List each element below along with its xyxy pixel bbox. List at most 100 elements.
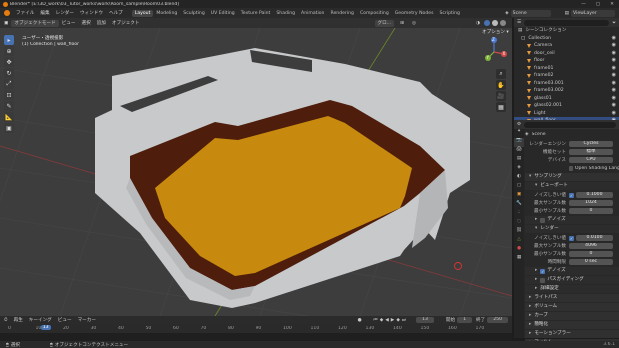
tool-rotate-icon[interactable]: ↻ <box>4 68 14 78</box>
visibility-eye-icon[interactable]: ◉ <box>612 72 616 80</box>
section-denoise-r[interactable]: ▸ ✓ デノイズ <box>525 267 619 275</box>
record-icon[interactable]: ● <box>358 318 362 323</box>
tab-scene-icon[interactable]: ◈ <box>514 165 524 174</box>
tab-rendering[interactable]: Rendering <box>327 10 356 17</box>
outliner-item[interactable]: Light ◉ <box>514 110 619 118</box>
shading-material-icon[interactable] <box>492 20 498 26</box>
tab-shading[interactable]: Shading <box>273 10 298 17</box>
tab-animation[interactable]: Animation <box>298 10 327 17</box>
properties-search-field[interactable] <box>524 121 616 128</box>
timeline-menu-keying[interactable]: キーイング <box>26 317 55 323</box>
minimize-icon[interactable]: — <box>576 2 591 7</box>
tab-sculpting[interactable]: Sculpting <box>180 10 207 17</box>
tab-data-icon[interactable]: △ <box>514 237 524 246</box>
timeline-playhead[interactable]: 13 <box>40 325 51 330</box>
render-engine-dropdown[interactable]: Cycles <box>569 140 613 148</box>
tab-texture-icon[interactable]: ▦ <box>514 255 524 264</box>
tab-world-icon[interactable]: ◐ <box>514 174 524 183</box>
viewport-options-dropdown[interactable]: オプション ▾ <box>482 29 509 35</box>
timeline-menu-marker[interactable]: マーカー <box>75 317 99 323</box>
noise-threshold-r-checkbox[interactable]: ✓ <box>569 235 574 241</box>
tab-layout[interactable]: Layout <box>131 9 154 17</box>
tab-view-layer-icon[interactable]: ▤ <box>514 156 524 165</box>
tab-render-icon[interactable]: 📷 <box>514 138 524 147</box>
tab-uv-editing[interactable]: UV Editing <box>208 10 238 17</box>
outliner-search-field[interactable] <box>524 19 610 26</box>
outliner-scene-collection[interactable]: ▤ シーンコレクション <box>514 27 619 35</box>
outliner-item[interactable]: frame01 ◉ <box>514 65 619 73</box>
section-advanced[interactable]: ▸ 詳細設定 <box>525 285 619 293</box>
jump-end-icon[interactable]: ⏭ <box>402 317 406 323</box>
max-samples-r-field[interactable]: 4096 <box>569 242 613 250</box>
properties-editor-icon[interactable]: ⚙ <box>517 122 521 127</box>
jump-start-icon[interactable]: ⏮ <box>374 317 378 323</box>
outliner-editor-icon[interactable]: ☰ <box>517 20 521 25</box>
tab-particles-icon[interactable]: ∴ <box>514 210 524 219</box>
feature-set-dropdown[interactable]: 標準 <box>569 148 613 156</box>
play-icon[interactable]: ▶ <box>391 318 395 323</box>
menu-edit[interactable]: 編集 <box>37 10 52 16</box>
section-render[interactable]: ▾ レンダー <box>525 225 619 233</box>
time-limit-field[interactable]: 0 sec <box>569 258 613 266</box>
properties-section[interactable]: ▸ 簡略化 <box>525 321 619 329</box>
tab-physics-icon[interactable]: ◌ <box>514 219 524 228</box>
vp-menu-add[interactable]: 追加 <box>94 20 109 26</box>
next-keyframe-icon[interactable]: ◆ <box>396 318 400 323</box>
tab-material-icon[interactable]: ● <box>514 246 524 255</box>
tool-add-cube-icon[interactable]: ▣ <box>4 123 14 133</box>
menu-window[interactable]: ウィンドウ <box>77 10 106 16</box>
visibility-eye-icon[interactable]: ◉ <box>612 80 616 88</box>
properties-section[interactable]: ▸ モーションブラー <box>525 330 619 338</box>
min-samples-vp-field[interactable]: 0 <box>569 207 613 215</box>
outliner-item[interactable]: door_ceil ◉ <box>514 50 619 58</box>
tab-texture-paint[interactable]: Texture Paint <box>238 10 274 17</box>
start-frame-field[interactable]: 1 <box>457 317 473 323</box>
properties-section[interactable]: ▸ カーブ <box>525 312 619 320</box>
properties-section[interactable]: ▸ ボリューム <box>525 303 619 311</box>
outliner-item[interactable]: frame03.001 ◉ <box>514 80 619 88</box>
tab-geometry-nodes[interactable]: Geometry Nodes <box>392 10 437 17</box>
tab-output-icon[interactable]: 🖨 <box>514 147 524 156</box>
visibility-eye-icon[interactable]: ◉ <box>612 110 616 118</box>
min-samples-r-field[interactable]: 0 <box>569 250 613 258</box>
menu-render[interactable]: レンダー <box>53 10 77 16</box>
properties-section[interactable]: ▸ ライトパス <box>525 294 619 302</box>
visibility-eye-icon[interactable]: ◉ <box>612 65 616 73</box>
tool-move-icon[interactable]: ✥ <box>4 57 14 67</box>
object-mode-dropdown[interactable]: オブジェクトモード <box>11 19 59 27</box>
outliner-collection[interactable]: ▢ Collection ◉ <box>514 35 619 43</box>
proportional-edit-icon[interactable]: ◎ <box>412 21 416 26</box>
denoise-vp-checkbox[interactable] <box>540 217 546 223</box>
tool-transform-icon[interactable]: ⊡ <box>4 90 14 100</box>
menu-file[interactable]: ファイル <box>13 10 37 16</box>
scene-selector[interactable]: Scene <box>510 9 551 17</box>
tool-measure-icon[interactable]: 📐 <box>4 112 14 122</box>
visibility-eye-icon[interactable]: ◉ <box>612 95 616 103</box>
visibility-eye-icon[interactable]: ◉ <box>612 42 616 50</box>
transform-orientation-dropdown[interactable]: グロ... <box>374 19 395 27</box>
tab-modifier-icon[interactable]: 🔧 <box>514 201 524 210</box>
tool-select-box-icon[interactable]: ▸ <box>4 35 14 45</box>
close-icon[interactable]: ✕ <box>605 2 619 7</box>
vp-menu-select[interactable]: 選択 <box>79 20 94 26</box>
timeline-track[interactable] <box>0 333 512 341</box>
view-layer-selector[interactable]: ViewLayer <box>571 9 615 17</box>
current-frame-field[interactable]: 13 <box>416 317 434 323</box>
timeline-menu-view[interactable]: ビュー <box>55 317 75 323</box>
path-guiding-checkbox[interactable] <box>540 277 546 283</box>
shading-solid-icon[interactable] <box>484 20 490 26</box>
timeline-editor-icon[interactable]: ⏱ <box>4 317 8 323</box>
osl-checkbox[interactable] <box>569 165 573 171</box>
vp-menu-view[interactable]: ビュー <box>59 20 79 26</box>
play-reverse-icon[interactable]: ◀ <box>385 318 389 323</box>
menu-help[interactable]: ヘルプ <box>106 10 126 16</box>
outliner-item[interactable]: glass02.001 ◉ <box>514 102 619 110</box>
section-path-guiding[interactable]: ▸ パスガイディング <box>525 276 619 284</box>
tab-compositing[interactable]: Compositing <box>357 10 392 17</box>
noise-threshold-vp-field[interactable]: 0.1000 <box>576 191 613 199</box>
camera-view-icon[interactable]: 🎥 <box>496 91 506 101</box>
tab-object-icon[interactable]: ▣ <box>514 192 524 201</box>
tab-scripting[interactable]: Scripting <box>436 10 462 17</box>
tool-annotate-icon[interactable]: ✎ <box>4 101 14 111</box>
end-frame-field[interactable]: 250 <box>487 317 508 323</box>
